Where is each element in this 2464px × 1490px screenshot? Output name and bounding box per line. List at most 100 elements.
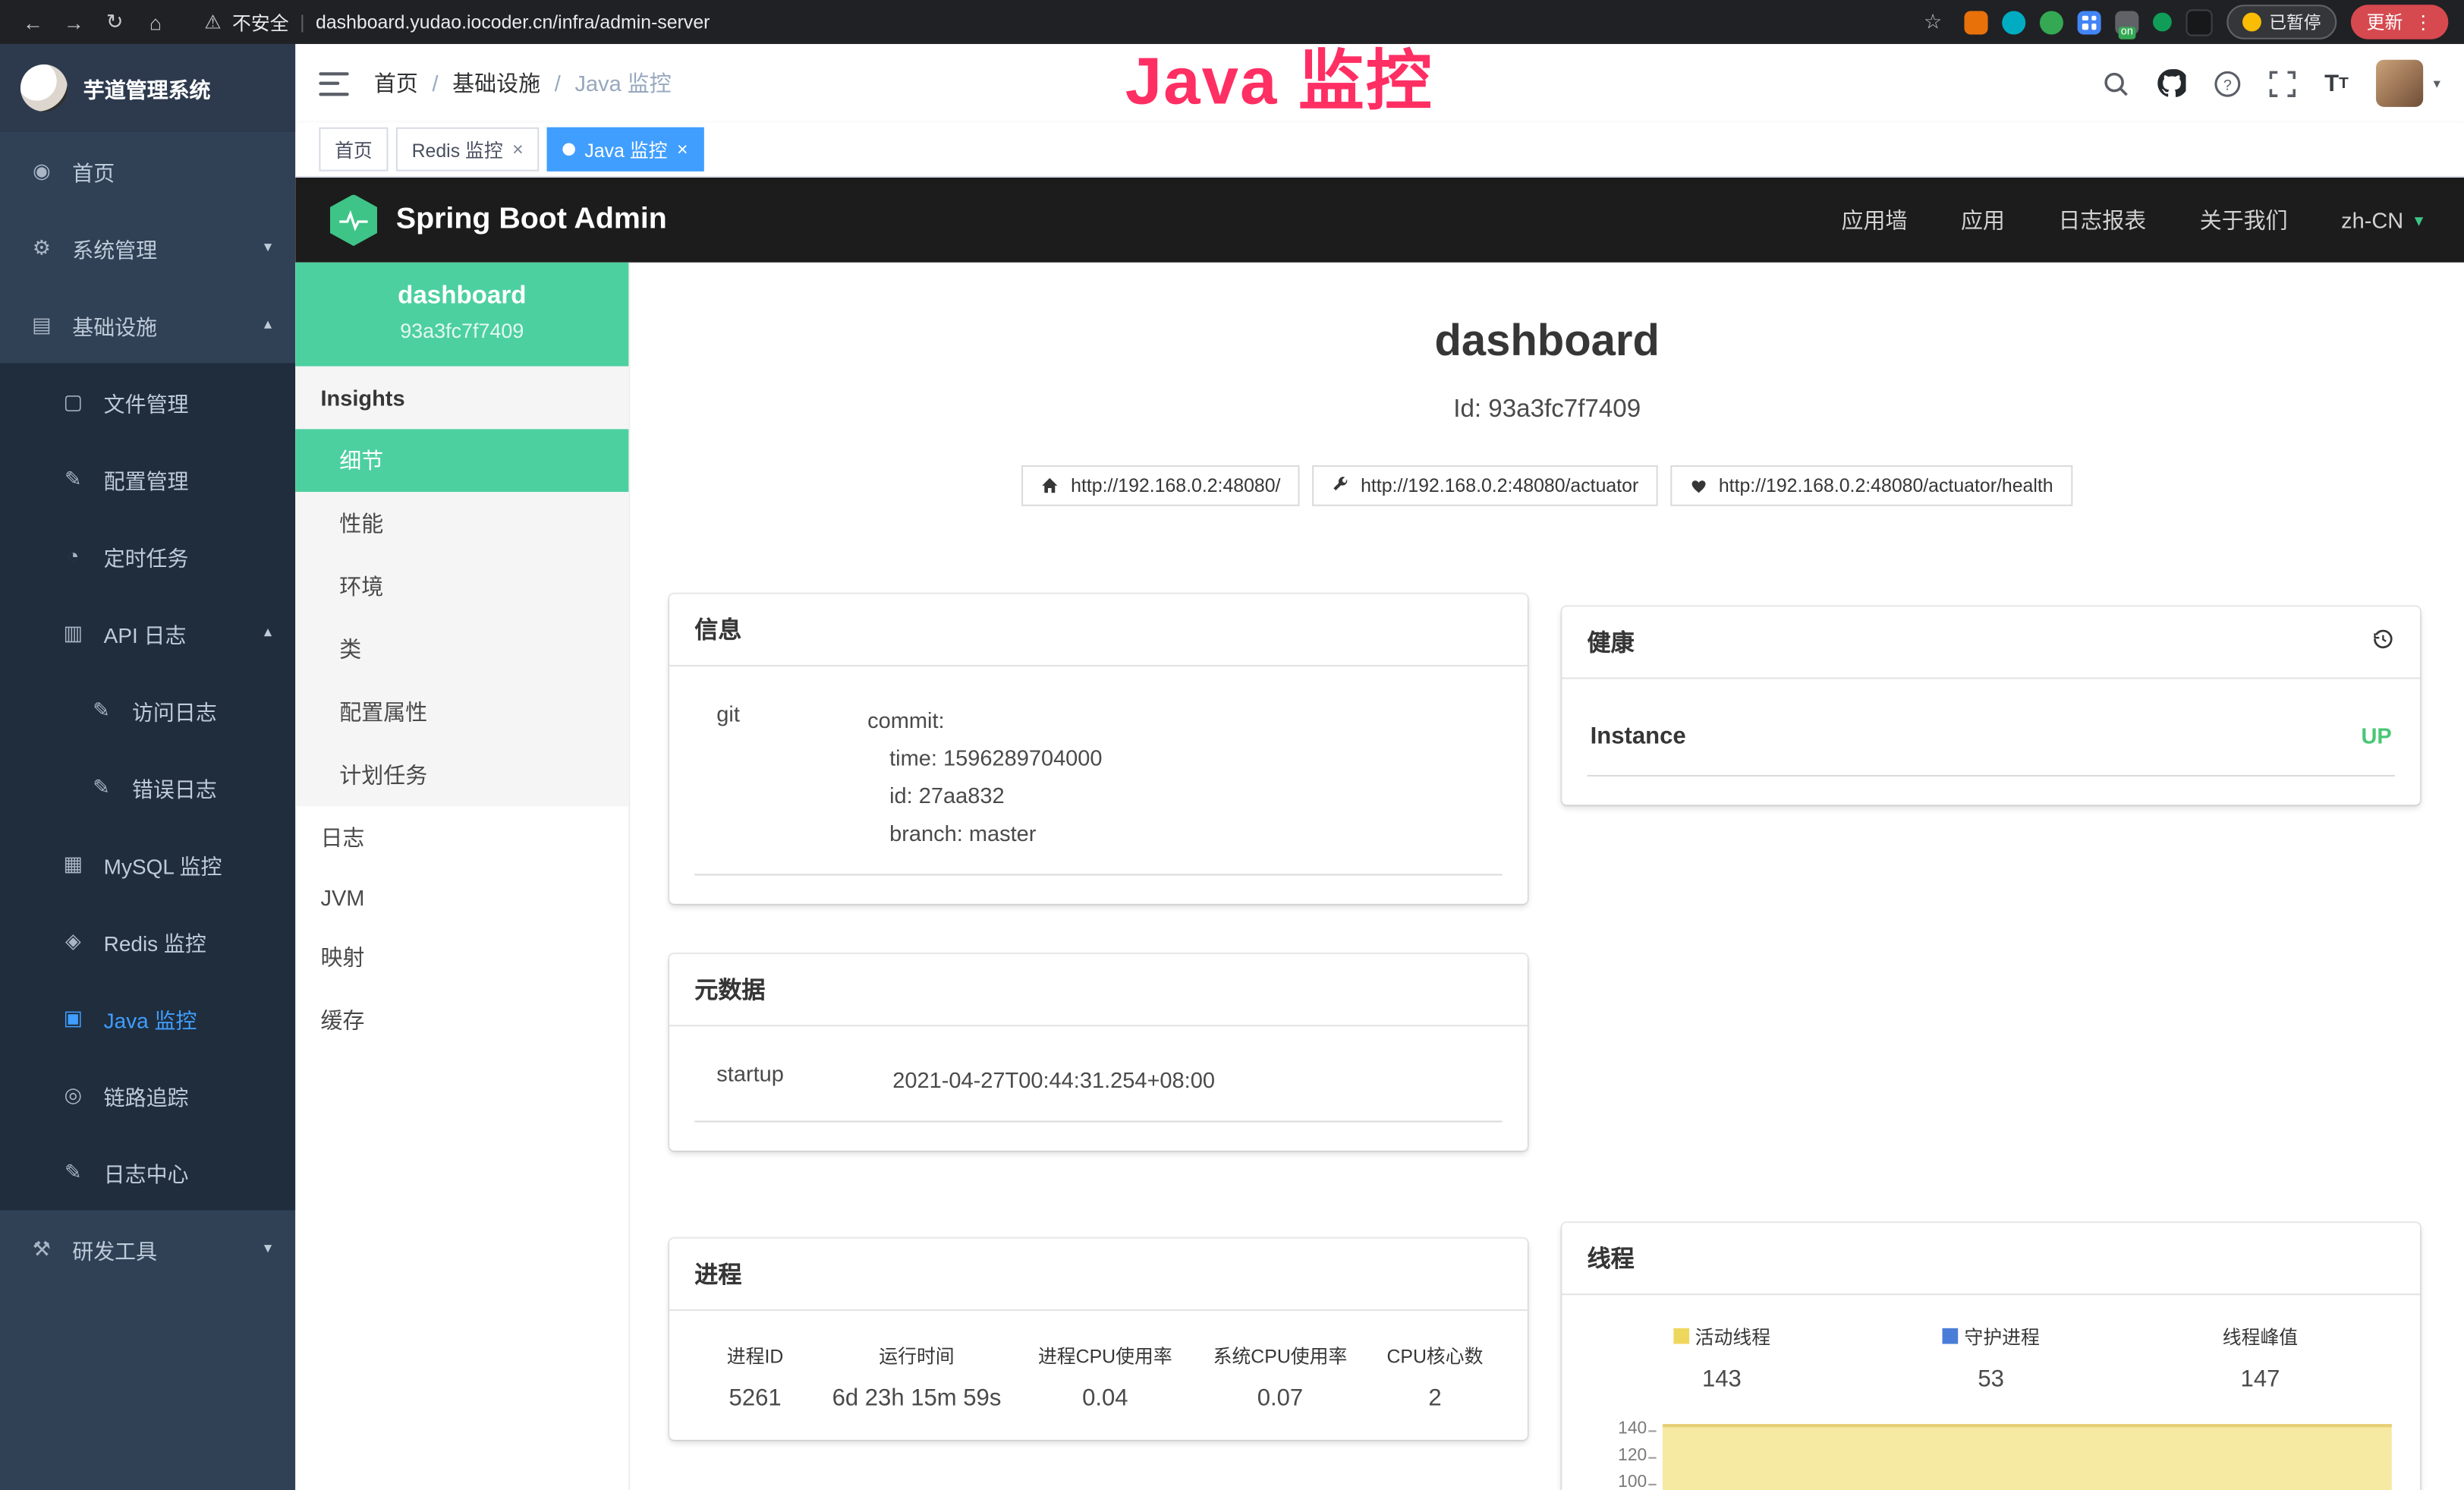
- on-badge: on: [2118, 26, 2136, 39]
- app-logo-row[interactable]: 芋道管理系统: [0, 44, 295, 132]
- y-tick: 140: [1588, 1416, 1647, 1443]
- sba-item-details[interactable]: 细节: [295, 429, 628, 492]
- extension-switch-icon[interactable]: on: [2115, 10, 2138, 33]
- sba-brand[interactable]: Spring Boot Admin: [330, 194, 667, 246]
- browser-menu-icon[interactable]: ⋮: [2414, 11, 2433, 33]
- sidebar-item-dev-tools[interactable]: ⚒ 研发工具 ▾: [0, 1211, 295, 1287]
- sba-item-classes[interactable]: 类: [295, 618, 628, 681]
- sidebar-menu: ◉ 首页 ⚙ 系统管理 ▾ ▤ 基础设施 ▴ ▢ 文件管理: [0, 132, 295, 1490]
- sba-nav: 应用墙 应用 日志报表 关于我们 zh-CN ▾: [1842, 204, 2424, 235]
- log-center-icon: ✎: [61, 1159, 85, 1184]
- extension-green-icon[interactable]: [2040, 10, 2063, 33]
- metadata-card: 元数据 startup 2021-04-27T00:44:31.254+08:0…: [669, 953, 1528, 1150]
- sidebar-item-label: Java 监控: [104, 1002, 197, 1033]
- chevron-down-icon: ▾: [264, 1240, 272, 1258]
- sidebar-item-label: MySQL 监控: [104, 848, 222, 879]
- hamburger-icon[interactable]: [319, 71, 348, 95]
- health-url-text: http://192.168.0.2:48080/actuator/health: [1719, 474, 2053, 496]
- metadata-card-body: startup 2021-04-27T00:44:31.254+08:00: [669, 1026, 1528, 1151]
- sba-nav-wallboard[interactable]: 应用墙: [1842, 204, 1908, 235]
- sidebar-item-mysql-monitor[interactable]: ▦ MySQL 监控: [0, 825, 295, 902]
- browser-home-icon[interactable]: ⌂: [138, 10, 173, 33]
- sidebar-item-error-logs[interactable]: ✎ 错误日志: [0, 748, 295, 825]
- paused-pill[interactable]: 已暂停: [2226, 5, 2337, 39]
- service-url-link[interactable]: http://192.168.0.2:48080/: [1022, 465, 1299, 506]
- history-icon[interactable]: [2371, 627, 2395, 657]
- tab-home[interactable]: 首页: [319, 128, 388, 172]
- health-instance-row[interactable]: Instance UP: [1588, 710, 2395, 776]
- process-card-body: 进程ID 运行时间 进程CPU使用率 系统CPU使用率 CPU核心数 5261 …: [669, 1311, 1528, 1440]
- extension-orange-icon[interactable]: [1965, 10, 1988, 33]
- sidebar-item-file-mgmt[interactable]: ▢ 文件管理: [0, 363, 295, 439]
- tools-icon: ⚒: [30, 1236, 53, 1262]
- extension-grid-icon[interactable]: [2078, 10, 2101, 33]
- sidebar-item-log-center[interactable]: ✎ 日志中心: [0, 1133, 295, 1210]
- tab-label: Redis 监控: [412, 136, 503, 162]
- sba-item-scheduled-tasks[interactable]: 计划任务: [295, 743, 628, 806]
- font-size-icon[interactable]: TT: [2324, 70, 2349, 96]
- sba-item-mappings[interactable]: 映射: [295, 926, 628, 989]
- sba-item-logs[interactable]: 日志: [295, 806, 628, 869]
- sidebar-item-label: API 日志: [104, 617, 187, 648]
- sidebar-item-redis-monitor[interactable]: ◈ Redis 监控: [0, 903, 295, 979]
- instance-id: 93a3fc7f7409: [295, 319, 628, 342]
- address-bar[interactable]: ⚠ 不安全 | dashboard.yudao.iocoder.cn/infra…: [204, 8, 710, 35]
- sidebar-item-system[interactable]: ⚙ 系统管理 ▾: [0, 209, 295, 285]
- sba-item-performance[interactable]: 性能: [295, 492, 628, 555]
- bookmark-star-icon[interactable]: ☆: [1915, 9, 1950, 34]
- sidebar-item-access-logs[interactable]: ✎ 访问日志: [0, 671, 295, 748]
- search-icon[interactable]: [2103, 70, 2129, 96]
- back-icon[interactable]: ←: [16, 10, 51, 33]
- sba-nav-about[interactable]: 关于我们: [2200, 204, 2288, 235]
- sba-item-config-props[interactable]: 配置属性: [295, 681, 628, 744]
- instance-block[interactable]: dashboard 93a3fc7f7409: [295, 263, 628, 367]
- update-button[interactable]: 更新 ⋮: [2351, 5, 2448, 39]
- user-avatar: [2377, 60, 2424, 107]
- sidebar-item-tracing[interactable]: ◎ 链路追踪: [0, 1057, 295, 1133]
- breadcrumb-current: Java 监控: [574, 68, 671, 99]
- java-monitor-icon: ▣: [61, 1005, 85, 1030]
- sidebar-item-home[interactable]: ◉ 首页: [0, 132, 295, 209]
- reload-icon[interactable]: ↻: [97, 9, 132, 34]
- sba-body: dashboard 93a3fc7f7409 Insights 细节 性能 环境…: [295, 263, 2464, 1490]
- threads-legend: 活动线程 143 守护进程: [1588, 1317, 2395, 1393]
- forward-icon[interactable]: →: [57, 10, 92, 33]
- locale-select[interactable]: zh-CN ▾: [2341, 207, 2423, 232]
- sba-nav-applications[interactable]: 应用: [1961, 204, 2005, 235]
- sba-item-caches[interactable]: 缓存: [295, 989, 628, 1052]
- process-val-cores: 2: [1367, 1372, 1502, 1411]
- sidebar-item-java-monitor[interactable]: ▣ Java 监控: [0, 979, 295, 1056]
- sidebar-item-config-mgmt[interactable]: ✎ 配置管理: [0, 440, 295, 517]
- sba-item-environment[interactable]: 环境: [295, 555, 628, 618]
- breadcrumb-infra[interactable]: 基础设施: [452, 68, 540, 99]
- user-menu[interactable]: ▾: [2377, 60, 2440, 107]
- close-icon[interactable]: ×: [677, 140, 688, 159]
- url-text[interactable]: dashboard.yudao.iocoder.cn/infra/admin-s…: [316, 11, 710, 33]
- tab-redis-monitor[interactable]: Redis 监控 ×: [396, 128, 540, 172]
- legend-peak-threads: 线程峰值 147: [2126, 1323, 2395, 1393]
- process-col-sys-cpu: 系统CPU使用率: [1193, 1333, 1368, 1372]
- sidebar-item-label: 定时任务: [104, 540, 189, 571]
- help-icon[interactable]: ?: [2214, 70, 2241, 96]
- svg-text:?: ?: [2223, 76, 2232, 93]
- fullscreen-icon[interactable]: [2270, 70, 2296, 96]
- sba-item-jvm[interactable]: JVM: [295, 869, 628, 926]
- extension-leaf-icon[interactable]: [2153, 13, 2172, 32]
- metadata-key: startup: [694, 1060, 892, 1098]
- extension-drop-icon[interactable]: [2002, 10, 2025, 33]
- sba-nav-journal[interactable]: 日志报表: [2058, 204, 2146, 235]
- actuator-url-link[interactable]: http://192.168.0.2:48080/actuator: [1312, 465, 1657, 506]
- breadcrumb-home[interactable]: 首页: [374, 68, 418, 99]
- close-icon[interactable]: ×: [512, 140, 524, 159]
- sba-main: dashboard Id: 93a3fc7f7409 http://192.16…: [630, 263, 2464, 1490]
- tab-java-monitor[interactable]: Java 监控 ×: [547, 128, 703, 172]
- legend-live-threads: 活动线程 143: [1588, 1323, 1857, 1393]
- security-label[interactable]: 不安全: [232, 8, 289, 35]
- sidebar-item-infra[interactable]: ▤ 基础设施 ▴: [0, 286, 295, 363]
- extension-dark-icon[interactable]: [2186, 8, 2212, 35]
- github-icon[interactable]: [2158, 69, 2186, 97]
- log-icon: ▥: [61, 620, 85, 645]
- sidebar-item-api-logs[interactable]: ▥ API 日志 ▴: [0, 594, 295, 671]
- health-url-link[interactable]: http://192.168.0.2:48080/actuator/health: [1670, 465, 2072, 506]
- sidebar-item-cron-jobs[interactable]: ◔ 定时任务: [0, 517, 295, 594]
